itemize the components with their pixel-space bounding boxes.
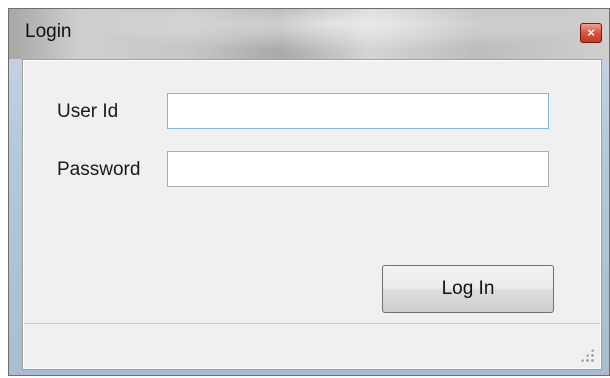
close-icon: × xyxy=(587,25,595,40)
status-bar xyxy=(24,323,600,368)
close-button[interactable]: × xyxy=(580,23,602,43)
user-id-input[interactable] xyxy=(167,93,549,129)
form-panel: User Id Password Log In xyxy=(24,61,600,368)
password-input[interactable] xyxy=(167,151,549,187)
user-id-label: User Id xyxy=(57,101,119,122)
window-title: Login xyxy=(25,21,72,42)
login-window: Login × User Id Password Log In xyxy=(8,8,610,376)
client-area: User Id Password Log In xyxy=(22,59,602,370)
resize-grip-icon[interactable] xyxy=(580,348,594,362)
title-bar[interactable]: Login × xyxy=(9,9,609,59)
log-in-button[interactable]: Log In xyxy=(382,265,554,313)
password-label: Password xyxy=(57,159,141,180)
